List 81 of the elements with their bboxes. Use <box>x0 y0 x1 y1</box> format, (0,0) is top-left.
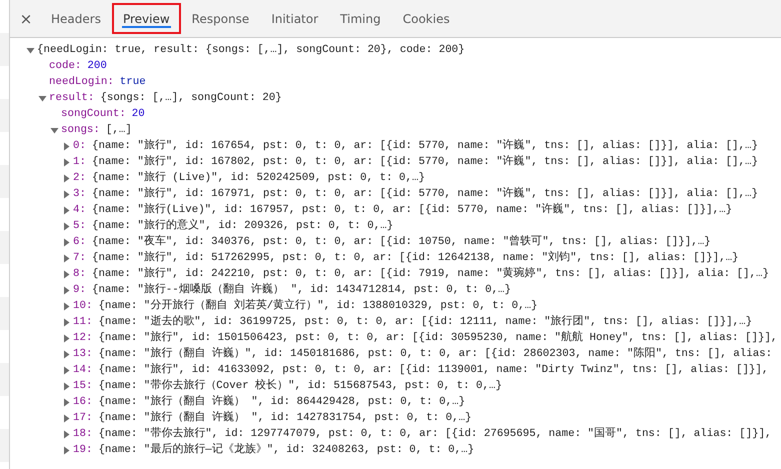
property-key: 18: <box>73 426 92 442</box>
object-preview: {name: "旅行", id: 1501506423, pst: 0, t: 0, ar: [{id: 30595230, name: "航航 Honey", tns: [], alias: []}], <box>98 330 778 346</box>
object-preview: {name: "旅行 (Live)", id: 520242509, pst: 0, t: 0,…} <box>92 170 425 186</box>
property-key: 19: <box>73 442 92 458</box>
collapsed-triangle-icon[interactable] <box>62 142 71 150</box>
property-key: 13: <box>73 346 92 362</box>
property-key: 8: <box>73 266 86 282</box>
object-preview: {name: "旅行", id: 167971, pst: 0, t: 0, ar: [{id: 5770, name: "许巍", tns: [], alias: []}], alia: [],…} <box>92 186 758 202</box>
property-key: 5: <box>73 218 86 234</box>
tab[interactable]: Response <box>180 3 260 34</box>
object-preview: {name: "旅行", id: 517262995, pst: 0, t: 0, ar: [{id: 12642138, name: "刘钧", tns: [], alias: []}],…} <box>92 250 739 266</box>
property-key: 3: <box>73 186 86 202</box>
property-key: 6: <box>73 234 86 250</box>
object-preview: {name: "旅行", id: 41633092, pst: 0, t: 0, ar: [{id: 1139001, name: "Dirty Twinz", tns: [], alias: []}], <box>98 362 768 378</box>
collapsed-triangle-icon[interactable] <box>62 254 71 262</box>
object-preview: {name: "旅行（翻自 许巍）", id: 1450181686, pst: 0, t: 0, ar: [{id: 28602303, name: "陈阳", tns: [], alias: <box>98 346 772 362</box>
close-button[interactable]: × <box>12 0 40 37</box>
property-key: 2: <box>73 170 86 186</box>
collapsed-triangle-icon[interactable] <box>62 382 71 390</box>
collapsed-triangle-icon[interactable] <box>62 286 71 294</box>
object-preview: {name: "旅行（翻自 许巍） ", id: 1427831754, pst: 0, t: 0,…} <box>98 410 472 426</box>
collapsed-triangle-icon[interactable] <box>62 206 71 214</box>
property-key: 14: <box>73 362 92 378</box>
property-key: result: <box>49 90 94 106</box>
property-key: songs: <box>61 122 100 138</box>
property-key: 0: <box>73 138 86 154</box>
property-key: 7: <box>73 250 86 266</box>
tab[interactable]: Cookies <box>392 3 461 34</box>
collapsed-triangle-icon[interactable] <box>62 190 71 198</box>
collapsed-triangle-icon[interactable] <box>62 334 71 342</box>
property-key: 9: <box>73 282 86 298</box>
tab[interactable]: Timing <box>329 3 392 34</box>
tab[interactable]: Preview <box>112 3 181 34</box>
object-preview: {name: "旅行", id: 167654, pst: 0, t: 0, ar: [{id: 5770, name: "许巍", tns: [], alias: []}], alia: [],…} <box>92 138 758 154</box>
object-preview: {name: "旅行（翻自 许巍） ", id: 864429428, pst: 0, t: 0,…} <box>98 394 466 410</box>
expanded-triangle-icon[interactable] <box>38 94 47 102</box>
property-value: 20 <box>132 107 145 122</box>
property-value: 200 <box>87 59 107 74</box>
collapsed-triangle-icon[interactable] <box>62 270 71 278</box>
object-preview: {name: "旅行--烟嗓版（翻自 许巍） ", id: 1434712814, pst: 0, t: 0,…} <box>92 282 512 298</box>
object-preview: {songs: [,…], songCount: 20} <box>100 91 282 106</box>
collapsed-triangle-icon[interactable] <box>62 238 71 246</box>
object-preview: {name: "分开旅行（翻自 刘若英/黄立行）", id: 1388010329, pst: 0, t: 0,…} <box>98 298 538 314</box>
object-preview: {name: "带你去旅行", id: 1297747079, pst: 0, t: 0, ar: [{id: 27695695, name: "国哥", tns: [], alias: []}], <box>98 426 772 442</box>
property-key: 4: <box>73 202 86 218</box>
property-key: 11: <box>73 314 92 330</box>
property-key: code: <box>49 58 82 74</box>
property-key: songCount: <box>61 106 126 122</box>
object-preview: {needLogin: true, result: {songs: [,…], songCount: 20}, code: 200} <box>37 43 465 58</box>
collapsed-triangle-icon[interactable] <box>62 174 71 182</box>
object-preview: {name: "旅行", id: 167802, pst: 0, t: 0, ar: [{id: 5770, name: "许巍", tns: [], alias: []}], alia: [],…} <box>92 154 758 170</box>
object-preview: {name: "最后的旅行—记《龙族》", id: 32408263, pst: 0, t: 0,…} <box>98 442 474 458</box>
collapsed-triangle-icon[interactable] <box>62 302 71 310</box>
property-key: 17: <box>73 410 92 426</box>
property-key: 1: <box>73 154 86 170</box>
object-preview: {name: "旅行(Live)", id: 167957, pst: 0, t: 0, ar: [{id: 5770, name: "许巍", tns: [], alias: []}],…} <box>92 202 732 218</box>
collapsed-triangle-icon[interactable] <box>62 430 71 438</box>
collapsed-triangle-icon[interactable] <box>62 158 71 166</box>
collapsed-triangle-icon[interactable] <box>62 222 71 230</box>
property-key: 16: <box>73 394 92 410</box>
property-key: 15: <box>73 378 92 394</box>
collapsed-triangle-icon[interactable] <box>62 318 71 326</box>
expanded-triangle-icon[interactable] <box>26 46 35 54</box>
tab[interactable]: Headers <box>40 3 112 34</box>
object-preview: [,…] <box>106 123 132 138</box>
tab[interactable]: Initiator <box>260 3 330 34</box>
collapsed-triangle-icon[interactable] <box>62 350 71 358</box>
collapsed-triangle-icon[interactable] <box>62 398 71 406</box>
collapsed-triangle-icon[interactable] <box>62 414 71 422</box>
property-key: needLogin: <box>49 74 114 90</box>
object-preview: {name: "带你去旅行（Cover 校长）", id: 515687543, pst: 0, t: 0,…} <box>98 378 502 394</box>
collapsed-triangle-icon[interactable] <box>62 366 71 374</box>
property-key: 10: <box>73 298 92 314</box>
expanded-triangle-icon[interactable] <box>50 126 59 134</box>
object-preview: {name: "旅行的意义", id: 209326, pst: 0, t: 0,…} <box>92 218 394 234</box>
object-preview: {name: "逝去的歌", id: 36199725, pst: 0, t: 0, ar: [{id: 12111, name: "旅行团", tns: [], alias: []}],…} <box>98 314 752 330</box>
property-value: true <box>120 75 146 90</box>
property-key: 12: <box>73 330 92 346</box>
object-preview: {name: "旅行", id: 242210, pst: 0, t: 0, ar: [{id: 7919, name: "黄琬婷", tns: [], alias: []}], alia: [],…} <box>92 266 769 282</box>
object-preview: {name: "夜车", id: 340376, pst: 0, t: 0, ar: [{id: 10750, name: "曾轶可", tns: [], alias: []}],…} <box>92 234 711 250</box>
collapsed-triangle-icon[interactable] <box>62 446 71 454</box>
